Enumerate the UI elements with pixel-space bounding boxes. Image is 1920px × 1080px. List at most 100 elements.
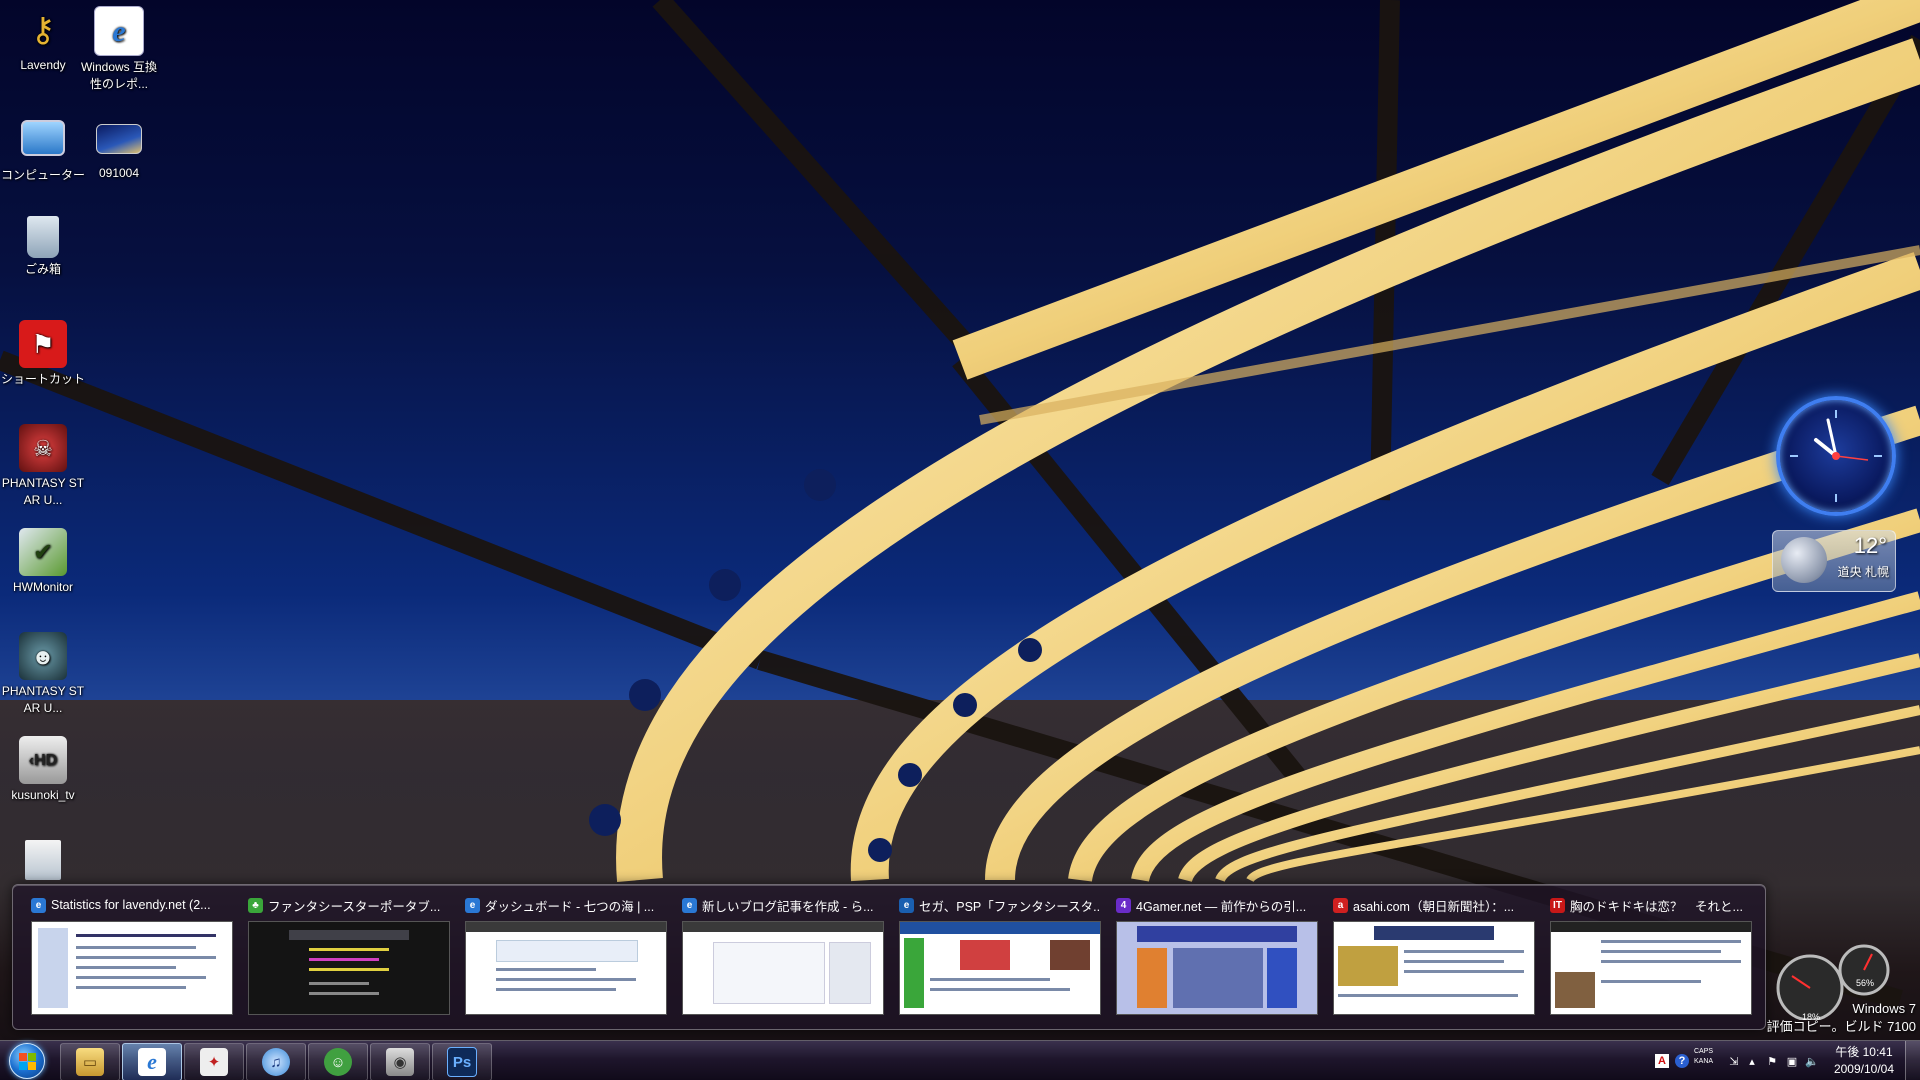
taskbar-explorer-button[interactable]: ▭ — [60, 1043, 120, 1080]
taskbar-thumbnail-previews: e Statistics for lavendy.net (2... ♣ ファンタシ… — [12, 884, 1766, 1030]
thumbnail-dashboard[interactable]: e ダッシュボード - 七つの海 | ... — [465, 895, 667, 1019]
thumbnail-title: ダッシュボード - 七つの海 | ... — [485, 899, 655, 914]
internet-explorer-icon: e — [94, 6, 144, 56]
recycle-bin-icon — [27, 216, 59, 258]
clover-icon: ♣ — [248, 897, 263, 913]
moon-icon — [1781, 537, 1827, 583]
ie-icon: e — [682, 897, 697, 913]
desktop-icon-hwmonitor[interactable]: ✔ HWMonitor — [0, 528, 86, 596]
desktop-icon-label: ごみ箱 — [24, 262, 61, 276]
shortcut-icon: ⚑ — [19, 320, 67, 368]
ie-icon: e — [138, 1048, 166, 1076]
clock-face — [1790, 410, 1882, 502]
ie-icon: e — [465, 897, 480, 913]
thumbnail-image — [465, 921, 667, 1015]
thumbnail-sega-psp[interactable]: e セガ、PSP「ファンタシースタ... — [899, 895, 1101, 1019]
adobe-icon[interactable]: A — [1654, 1053, 1670, 1069]
desktop-icon-recycle-bin[interactable]: ごみ箱 — [0, 216, 86, 278]
ime-status[interactable]: CAPS KANA — [1694, 1047, 1713, 1067]
clock-time: 午後 10:41 — [1835, 1045, 1893, 1059]
windows-watermark: Windows 7 評価コピー。ビルド 7100 — [1767, 1000, 1916, 1036]
hwmonitor-icon: ✔ — [19, 528, 67, 576]
action-center-flag-icon[interactable]: ⚑ — [1764, 1053, 1780, 1069]
desktop-icon-phantasy-star-2[interactable]: ☻ PHANTASY STAR U... — [0, 632, 86, 717]
weather-city: 道央 札幌 — [1837, 565, 1889, 579]
show-desktop-button[interactable] — [1905, 1041, 1920, 1080]
windows-logo-icon — [9, 1043, 45, 1079]
desktop-icon-label: Windows 互換性のレポ... — [80, 60, 157, 91]
desktop: ⚷ Lavendy e Windows 互換性のレポ... コンピューター 09… — [0, 0, 1920, 1080]
network-icon[interactable]: ▣ — [1784, 1053, 1800, 1069]
taskbar-media-button[interactable]: ◉ — [370, 1043, 430, 1080]
caps-indicator: CAPS — [1694, 1048, 1714, 1055]
thumbnail-new-blog-post[interactable]: e 新しいブログ記事を作成 - ら... — [682, 895, 884, 1019]
game-icon: ☠ — [19, 424, 67, 472]
game-icon: ☻ — [19, 632, 67, 680]
thumbnail-title: ファンタシースターポータブ... — [268, 899, 441, 914]
kana-indicator: KANA — [1694, 1058, 1714, 1065]
desktop-icon-label: kusunoki_tv — [11, 788, 75, 802]
thumbnail-title: セガ、PSP「ファンタシースタ... — [919, 899, 1099, 914]
taskbar-photoshop-button[interactable]: Ps — [432, 1043, 492, 1080]
desktop-icon-label: ショートカット — [0, 372, 85, 386]
desktop-icon-partial[interactable] — [0, 840, 86, 883]
help-icon[interactable]: ? — [1674, 1053, 1690, 1069]
start-button[interactable] — [4, 1042, 50, 1080]
photoshop-icon: Ps — [447, 1047, 477, 1077]
thumbnail-title: 4Gamer.net ― 前作からの引... — [1136, 899, 1307, 914]
desktop-icon-label: 091004 — [98, 166, 140, 180]
desktop-icon-computer[interactable]: コンピューター — [0, 112, 86, 184]
thumbnail-4gamer[interactable]: 4 4Gamer.net ― 前作からの引... — [1116, 895, 1318, 1019]
desktop-icon-phantasy-star-1[interactable]: ☠ PHANTASY STAR U... — [0, 424, 86, 509]
thumbnail-asahi[interactable]: a asahi.com（朝日新聞社）：... — [1333, 895, 1535, 1019]
weather-gadget[interactable]: 12° 道央 札幌 — [1772, 530, 1896, 592]
thumbnail-title: Statistics for lavendy.net (2... — [51, 898, 211, 912]
taskbar-itunes-button[interactable]: ♫ — [246, 1043, 306, 1080]
desktop-icon-windows-compat-report[interactable]: e Windows 互換性のレポ... — [76, 6, 162, 93]
asahi-icon: a — [1333, 897, 1348, 913]
desktop-icon-lavendy[interactable]: ⚷ Lavendy — [0, 6, 86, 74]
watermark-line1: Windows 7 — [1852, 1001, 1916, 1016]
clock-gadget[interactable] — [1776, 396, 1896, 516]
desktop-icon-kusunoki-tv[interactable]: ‹HD kusunoki_tv — [0, 736, 86, 804]
itunes-icon: ♫ — [262, 1048, 290, 1076]
thumbnail-itmedia[interactable]: IT 胸のドキドキは恋？ それと... — [1550, 895, 1752, 1019]
thumbnail-statistics[interactable]: e Statistics for lavendy.net (2... — [31, 895, 233, 1019]
thumbnail-image — [1333, 921, 1535, 1015]
thumbnail-image — [1116, 921, 1318, 1015]
ime-menu-icon[interactable]: ⇲ — [1726, 1053, 1742, 1069]
ie-icon: e — [31, 897, 46, 913]
taskbar-messenger-button[interactable]: ☺ — [308, 1043, 368, 1080]
taskbar-ie-button[interactable]: e — [122, 1043, 182, 1080]
taskbar: ▭ e ✦ ♫ ☺ ◉ Ps A ? CAPS KANA ⇲ ▴ ⚑ ▣ 🔈 午… — [0, 1040, 1920, 1080]
desktop-icon-091004[interactable]: 091004 — [76, 112, 162, 182]
thumbnail-title: asahi.com（朝日新聞社）：... — [1353, 899, 1515, 914]
notification-area: A ? CAPS KANA ⇲ ▴ ⚑ ▣ 🔈 午後 10:41 2009/10… — [1620, 1041, 1920, 1080]
thumbnail-title: 胸のドキドキは恋？ それと... — [1570, 899, 1743, 914]
thumbnail-phantasy-star-portable[interactable]: ♣ ファンタシースターポータブ... — [248, 895, 450, 1019]
itmedia-icon: IT — [1550, 897, 1565, 913]
thumbnail-image — [1550, 921, 1752, 1015]
volume-icon[interactable]: 🔈 — [1804, 1053, 1820, 1069]
desktop-icon-label: PHANTASY STAR U... — [1, 476, 85, 507]
thumbnail-title: 新しいブログ記事を作成 - ら... — [702, 899, 874, 914]
4gamer-icon: 4 — [1116, 897, 1131, 913]
desktop-icon-shortcut[interactable]: ⚑ ショートカット — [0, 320, 86, 388]
desktop-icon-label: PHANTASY STAR U... — [1, 684, 85, 715]
key-icon: ⚷ — [30, 10, 56, 49]
settings-file-icon — [25, 840, 61, 880]
thumbnail-image — [31, 921, 233, 1015]
desktop-icon-label: Lavendy — [20, 58, 66, 72]
clock-date: 2009/10/04 — [1833, 1062, 1894, 1076]
hd-shortcut-icon: ‹HD — [19, 736, 67, 784]
thumbnail-image — [248, 921, 450, 1015]
thumbnail-image — [682, 921, 884, 1015]
app-icon: ✦ — [200, 1048, 228, 1076]
taskbar-app-button[interactable]: ✦ — [184, 1043, 244, 1080]
taskbar-clock[interactable]: 午後 10:41 2009/10/04 — [1834, 1044, 1894, 1078]
watermark-line2: 評価コピー。ビルド 7100 — [1766, 1019, 1916, 1034]
ie-icon: e — [899, 897, 914, 913]
show-hidden-icons-icon[interactable]: ▴ — [1744, 1053, 1760, 1069]
desktop-icon-label: HWMonitor — [12, 580, 73, 594]
thumbnail-image — [899, 921, 1101, 1015]
